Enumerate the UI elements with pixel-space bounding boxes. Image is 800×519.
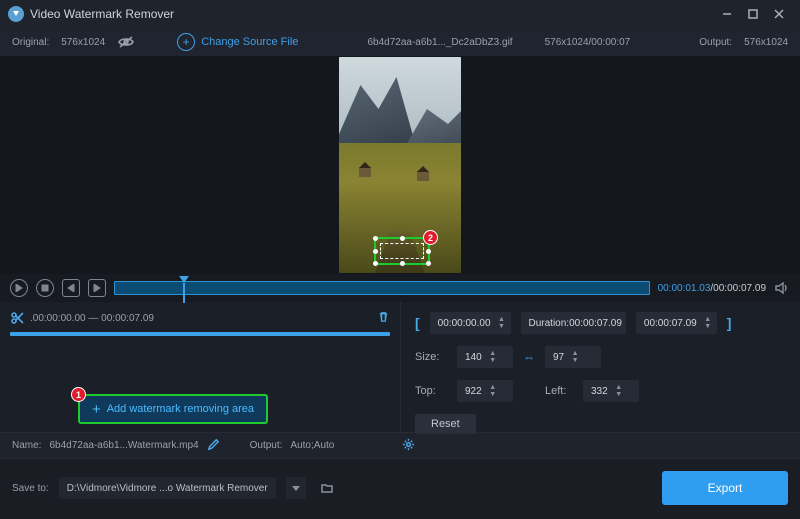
left-label: Left: (545, 385, 573, 397)
width-stepper[interactable]: ▲▼ (488, 350, 498, 364)
step-badge-2: 2 (423, 230, 438, 245)
segment-range: .00:00:00.00 — 00:00:07.09 (30, 313, 154, 324)
name-value: 6b4d72aa-a6b1...Watermark.mp4 (49, 440, 198, 451)
size-label: Size: (415, 351, 447, 363)
segment-header: .00:00:00.00 — 00:00:07.09 (10, 310, 390, 326)
top-stepper[interactable]: ▲▼ (488, 384, 498, 398)
output-spec-value: Auto;Auto (290, 440, 334, 451)
close-button[interactable] (766, 4, 792, 24)
output-value: 576x1024 (744, 37, 788, 48)
source-meta: 576x1024/00:00:07 (545, 37, 631, 48)
end-time-field[interactable]: 00:00:07.09 ▲▼ (636, 312, 717, 334)
output-label: Output: (699, 37, 732, 48)
start-stepper[interactable]: ▲▼ (497, 316, 507, 330)
source-filename: 6b4d72aa-a6b1..._Dc2aDbZ3.gif (367, 37, 512, 48)
bracket-left-icon[interactable]: [ (415, 315, 420, 331)
left-field[interactable]: 332 ▲▼ (583, 380, 639, 402)
save-to-label: Save to: (12, 483, 49, 494)
source-info-bar: Original: 576x1024 + Change Source File … (0, 28, 800, 56)
bracket-right-icon[interactable]: ] (727, 315, 732, 331)
save-bar: Save to: D:\Vidmore\Vidmore ...o Waterma… (0, 458, 800, 517)
scrubber[interactable] (114, 281, 650, 295)
properties-panel: [ 00:00:00.00 ▲▼ Duration:00:00:07.09 00… (400, 302, 800, 432)
output-settings-icon[interactable] (402, 438, 415, 454)
rename-icon[interactable] (207, 438, 220, 454)
export-button[interactable]: Export (662, 471, 788, 505)
scrubber-handle[interactable] (179, 276, 189, 283)
width-field[interactable]: 140 ▲▼ (457, 346, 513, 368)
end-stepper[interactable]: ▲▼ (703, 316, 713, 330)
video-frame: 2 (339, 57, 461, 273)
lower-panel: .00:00:00.00 — 00:00:07.09 1 + Add water… (0, 302, 800, 432)
left-stepper[interactable]: ▲▼ (614, 384, 624, 398)
plus-icon: + (92, 402, 101, 417)
delete-segment-button[interactable] (377, 310, 390, 326)
reset-button[interactable]: Reset (415, 414, 476, 434)
app-logo (8, 6, 24, 22)
original-value: 576x1024 (61, 37, 105, 48)
watermark-selection[interactable]: 2 (374, 237, 430, 265)
volume-icon[interactable] (774, 280, 790, 296)
frame-forward-button[interactable] (88, 279, 106, 297)
output-spec-label: Output: (250, 440, 283, 451)
change-source-button[interactable]: + Change Source File (177, 33, 298, 51)
preview-area[interactable]: 2 (0, 56, 800, 274)
cut-icon[interactable] (10, 311, 24, 325)
maximize-button[interactable] (740, 4, 766, 24)
link-aspect-icon[interactable]: ⇔ (523, 350, 535, 364)
height-stepper[interactable]: ▲▼ (570, 350, 580, 364)
time-display: 00:00:01.03/00:00:07.09 (658, 283, 766, 294)
plus-circle-icon: + (177, 33, 195, 51)
playback-bar: 00:00:01.03/00:00:07.09 (0, 274, 800, 302)
save-path-field[interactable]: D:\Vidmore\Vidmore ...o Watermark Remove… (59, 477, 276, 499)
start-time-field[interactable]: 00:00:00.00 ▲▼ (430, 312, 511, 334)
preview-toggle-icon[interactable] (117, 33, 135, 51)
titlebar: Video Watermark Remover (0, 0, 800, 28)
height-field[interactable]: 97 ▲▼ (545, 346, 601, 368)
stop-button[interactable] (36, 279, 54, 297)
duration-field[interactable]: Duration:00:00:07.09 (521, 312, 626, 334)
name-label: Name: (12, 440, 41, 451)
play-button[interactable] (10, 279, 28, 297)
output-info-bar: Name: 6b4d72aa-a6b1...Watermark.mp4 Outp… (0, 432, 800, 458)
position-row: Top: 922 ▲▼ Left: 332 ▲▼ (415, 380, 786, 402)
app-title: Video Watermark Remover (30, 7, 174, 21)
frame-back-button[interactable] (62, 279, 80, 297)
segments-panel: .00:00:00.00 — 00:00:07.09 1 + Add water… (0, 302, 400, 432)
time-row: [ 00:00:00.00 ▲▼ Duration:00:00:07.09 00… (415, 312, 786, 334)
minimize-button[interactable] (714, 4, 740, 24)
original-label: Original: (12, 37, 49, 48)
segment-track[interactable] (10, 332, 390, 336)
step-badge-1: 1 (71, 387, 86, 402)
add-watermark-label: Add watermark removing area (107, 403, 254, 415)
top-label: Top: (415, 385, 447, 397)
path-dropdown[interactable] (286, 477, 306, 499)
add-watermark-area-button[interactable]: 1 + Add watermark removing area (78, 394, 268, 424)
open-folder-icon[interactable] (316, 477, 338, 499)
top-field[interactable]: 922 ▲▼ (457, 380, 513, 402)
size-row: Size: 140 ▲▼ ⇔ 97 ▲▼ (415, 346, 786, 368)
change-source-label: Change Source File (201, 36, 298, 48)
